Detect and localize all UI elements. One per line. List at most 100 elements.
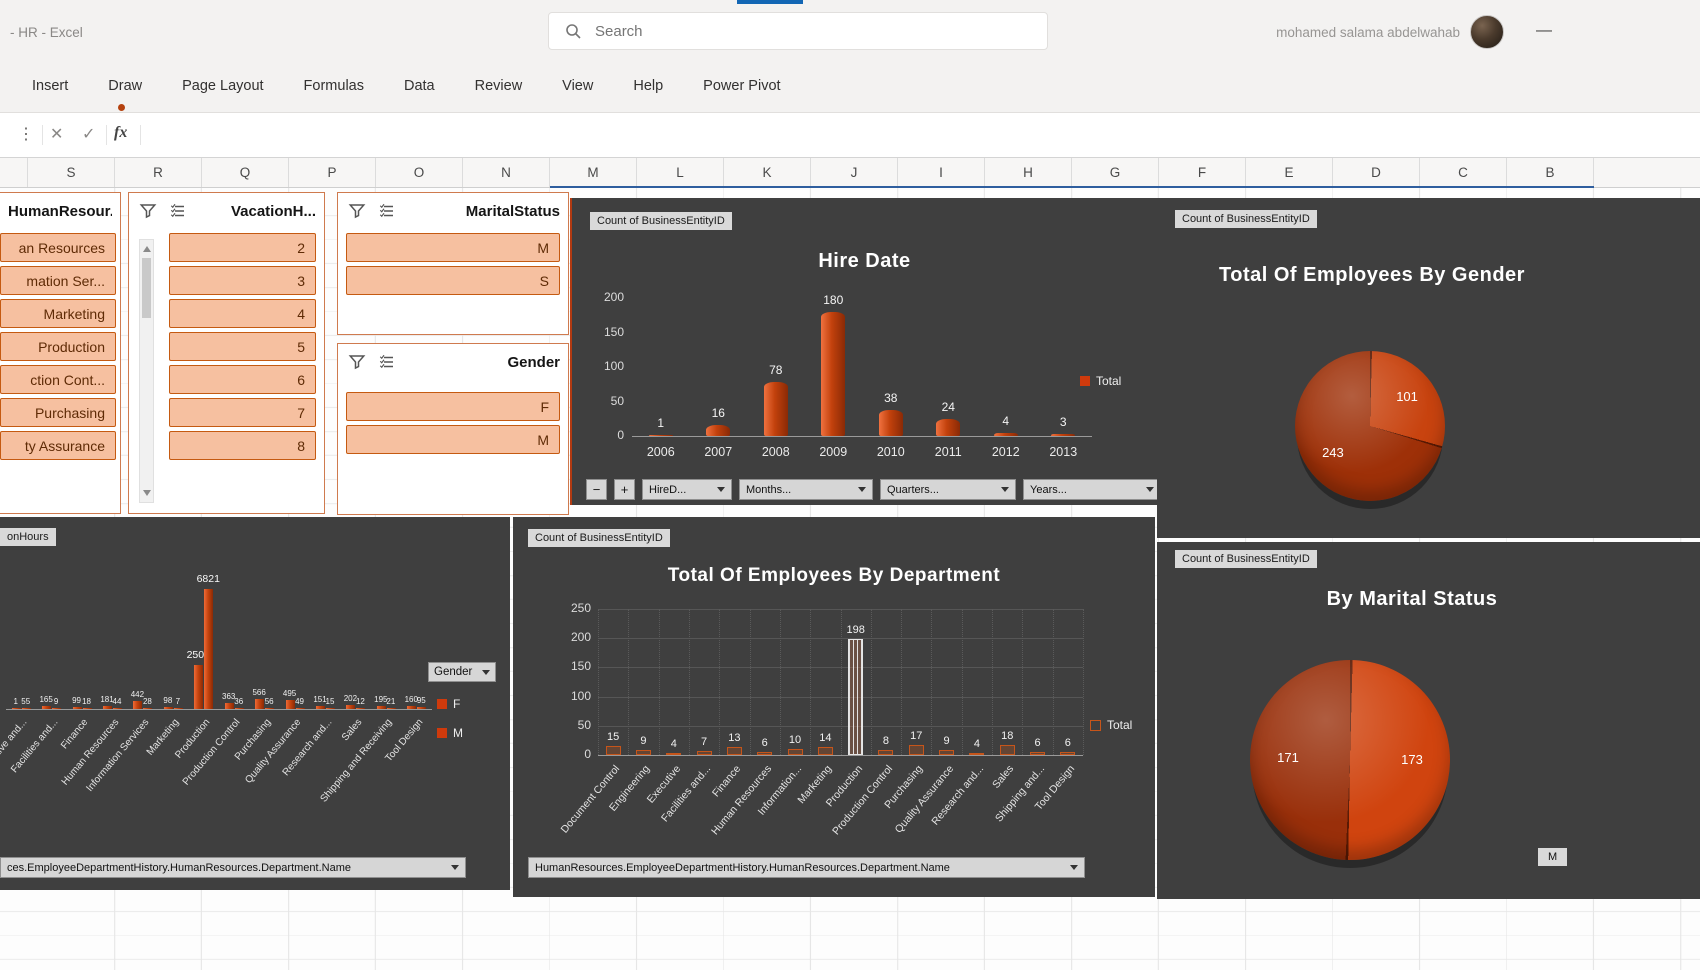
multi-select-icon[interactable] — [167, 200, 189, 222]
column-header-q[interactable]: Q — [202, 158, 289, 187]
pivot-field-badge[interactable]: Count of BusinessEntityID — [1175, 210, 1317, 228]
ribbon-tab-data[interactable]: Data — [402, 74, 437, 98]
column-header-h[interactable]: H — [985, 158, 1072, 187]
search-input[interactable] — [593, 21, 997, 41]
slicer-item-f[interactable]: F — [346, 392, 560, 421]
slicer-item-5[interactable]: 5 — [169, 332, 316, 361]
column-header-partial[interactable] — [0, 158, 28, 187]
slicer-scrollbar[interactable] — [139, 239, 154, 503]
ribbon-tab-review[interactable]: Review — [473, 74, 525, 98]
gender-filter-button[interactable]: Gender — [428, 662, 496, 682]
search-box[interactable] — [548, 12, 1048, 50]
column-header-partial[interactable] — [1594, 158, 1700, 187]
slicer-marital-status[interactable]: MaritalStatus MS — [337, 192, 569, 335]
column-header-p[interactable]: P — [289, 158, 376, 187]
bar-tool-design — [1060, 751, 1076, 755]
name-box-handle-icon[interactable]: ⋮ — [18, 124, 34, 144]
slicer-item-ction-cont[interactable]: ction Cont... — [0, 365, 116, 394]
multi-select-icon[interactable] — [376, 351, 398, 373]
cut-off-field-badge[interactable]: M — [1538, 848, 1568, 866]
clear-filter-icon[interactable] — [346, 351, 368, 373]
avatar[interactable] — [1470, 15, 1504, 49]
column-header-s[interactable]: S — [28, 158, 115, 187]
ribbon-tab-view[interactable]: View — [560, 74, 595, 98]
slicer-vacation-hours[interactable]: VacationH... 2 3 4 5 6 7 8 — [128, 192, 325, 514]
column-header-m[interactable]: M — [550, 158, 637, 187]
pivot-field-button-months[interactable]: Months... — [739, 479, 873, 500]
slicer-item-7[interactable]: 7 — [169, 398, 316, 427]
pivot-field-button-years[interactable]: Years... — [1023, 479, 1157, 500]
column-header-d[interactable]: D — [1333, 158, 1420, 187]
pivot-field-badge[interactable]: Count of BusinessEntityID — [528, 529, 670, 547]
bar-production — [848, 639, 864, 755]
hire-date-chart[interactable]: Count of BusinessEntityID Hire Date 1 200… — [570, 198, 1157, 505]
multi-select-icon[interactable] — [376, 200, 398, 222]
column-header-o[interactable]: O — [376, 158, 463, 187]
column-header-n[interactable]: N — [463, 158, 550, 187]
ribbon-tab-page-layout[interactable]: Page Layout — [180, 74, 265, 98]
slicer-item-purchasing[interactable]: Purchasing — [0, 398, 116, 427]
slicer-item-mation-ser[interactable]: mation Ser... — [0, 266, 116, 295]
slicer-item-s[interactable]: S — [346, 266, 560, 295]
slicer-item-8[interactable]: 8 — [169, 431, 316, 460]
slicer-item-2[interactable]: 2 — [169, 233, 316, 262]
scroll-up-icon[interactable] — [143, 246, 151, 252]
ribbon-tab-insert[interactable]: Insert — [30, 74, 70, 98]
scroll-thumb[interactable] — [142, 258, 151, 318]
column-header-i[interactable]: I — [898, 158, 985, 187]
bar-value-label: 9 — [53, 697, 59, 706]
slicer-item-m[interactable]: M — [346, 233, 560, 262]
slicer-gender[interactable]: Gender FM — [337, 343, 569, 515]
bar-M-quality-assurance — [295, 708, 305, 709]
ribbon-tab-draw[interactable]: Draw — [106, 74, 144, 98]
insert-function-icon[interactable]: fx — [114, 124, 127, 142]
pivot-field-button-quarters[interactable]: Quarters... — [880, 479, 1016, 500]
vacation-hours-chart[interactable]: onHours 1 165 99 181 442 98 2509 363 566 495 151 20… — [0, 517, 510, 890]
ribbon-tab-formulas[interactable]: Formulas — [302, 74, 366, 98]
by-marital-status-chart[interactable]: Count of BusinessEntityID By Marital Sta… — [1157, 542, 1700, 899]
pivot-field-badge[interactable]: onHours — [0, 528, 56, 546]
slicer-item-production[interactable]: Production — [0, 332, 116, 361]
column-header-f[interactable]: F — [1159, 158, 1246, 187]
pivot-field-badge[interactable]: Count of BusinessEntityID — [1175, 550, 1317, 568]
pivot-field-label: Quarters... — [887, 483, 939, 496]
column-header-j[interactable]: J — [811, 158, 898, 187]
ribbon-tab-power-pivot[interactable]: Power Pivot — [701, 74, 782, 98]
pivot-field-button-hired[interactable]: HireD... — [642, 479, 732, 500]
expand-field-button[interactable]: + — [614, 479, 635, 500]
employees-by-gender-chart[interactable]: Count of BusinessEntityID Total Of Emplo… — [1157, 198, 1700, 538]
employees-by-department-chart[interactable]: Count of BusinessEntityID Total Of Emplo… — [513, 517, 1155, 897]
column-header-c[interactable]: C — [1420, 158, 1507, 187]
axis-field-dropdown[interactable]: HumanResources.EmployeeDepartmentHistory… — [528, 857, 1085, 878]
slicer-item-4[interactable]: 4 — [169, 299, 316, 328]
slicer-item-an-resources[interactable]: an Resources — [0, 233, 116, 262]
chart-legend-m: M — [437, 726, 463, 740]
column-header-l[interactable]: L — [637, 158, 724, 187]
slicer-item-marketing[interactable]: Marketing — [0, 299, 116, 328]
slicer-department[interactable]: HumanResour... an Resources mation Ser...… — [0, 192, 121, 514]
column-header-e[interactable]: E — [1246, 158, 1333, 187]
enter-icon[interactable]: ✓ — [82, 124, 95, 144]
ribbon-tab-help[interactable]: Help — [631, 74, 665, 98]
minimize-button[interactable]: — — [1528, 18, 1560, 44]
pivot-field-badge[interactable]: Count of BusinessEntityID — [590, 212, 732, 230]
column-header-b[interactable]: B — [1507, 158, 1594, 187]
column-header-g[interactable]: G — [1072, 158, 1159, 187]
collapse-field-button[interactable]: − — [586, 479, 607, 500]
bar-M-purchasing — [265, 708, 275, 709]
bar-F-human-resources — [103, 705, 112, 709]
slicer-item-3[interactable]: 3 — [169, 266, 316, 295]
slicer-item-ty-assurance[interactable]: ty Assurance — [0, 431, 116, 460]
column-header-r[interactable]: R — [115, 158, 202, 187]
axis-field-dropdown[interactable]: ces.EmployeeDepartmentHistory.HumanResou… — [0, 857, 466, 878]
slicer-title: Gender — [507, 353, 560, 371]
slicer-item-6[interactable]: 6 — [169, 365, 316, 394]
clear-filter-icon[interactable] — [346, 200, 368, 222]
scroll-down-icon[interactable] — [143, 490, 151, 496]
slicer-item-m[interactable]: M — [346, 425, 560, 454]
column-header-k[interactable]: K — [724, 158, 811, 187]
clear-filter-icon[interactable] — [137, 200, 159, 222]
bar-F-facilities-and — [42, 706, 52, 709]
formula-bar[interactable]: ⋮ ✕ ✓ fx — [0, 112, 1700, 158]
cancel-icon[interactable]: ✕ — [50, 124, 63, 144]
